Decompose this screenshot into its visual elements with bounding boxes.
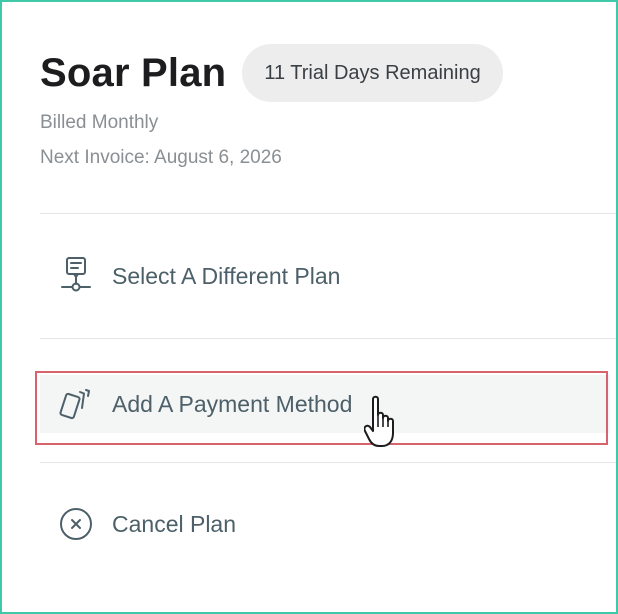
select-different-plan-button[interactable]: Select A Different Plan — [40, 246, 610, 306]
next-invoice-text: Next Invoice: August 6, 2026 — [40, 147, 282, 168]
cancel-circle-icon — [40, 506, 112, 542]
divider — [40, 213, 616, 214]
plan-select-icon — [40, 256, 112, 296]
divider — [40, 338, 616, 339]
plan-title: Soar Plan — [40, 50, 227, 95]
cancel-plan-label: Cancel Plan — [112, 510, 237, 537]
hand-pointer-icon — [363, 393, 398, 456]
plan-card: Soar Plan 11 Trial Days Remaining Billed… — [0, 0, 618, 614]
plan-header: Soar Plan 11 Trial Days Remaining Billed… — [40, 44, 616, 169]
payment-cards-icon — [40, 386, 112, 422]
billing-cycle-text: Billed Monthly — [40, 112, 159, 133]
add-payment-method-button[interactable]: Add A Payment Method — [40, 375, 610, 433]
select-different-plan-label: Select A Different Plan — [112, 262, 341, 289]
plan-title-row: Soar Plan 11 Trial Days Remaining — [40, 44, 616, 102]
add-payment-method-label: Add A Payment Method — [112, 390, 353, 417]
divider — [40, 462, 616, 463]
cancel-plan-button[interactable]: Cancel Plan — [40, 494, 610, 554]
trial-days-badge: 11 Trial Days Remaining — [242, 44, 503, 102]
